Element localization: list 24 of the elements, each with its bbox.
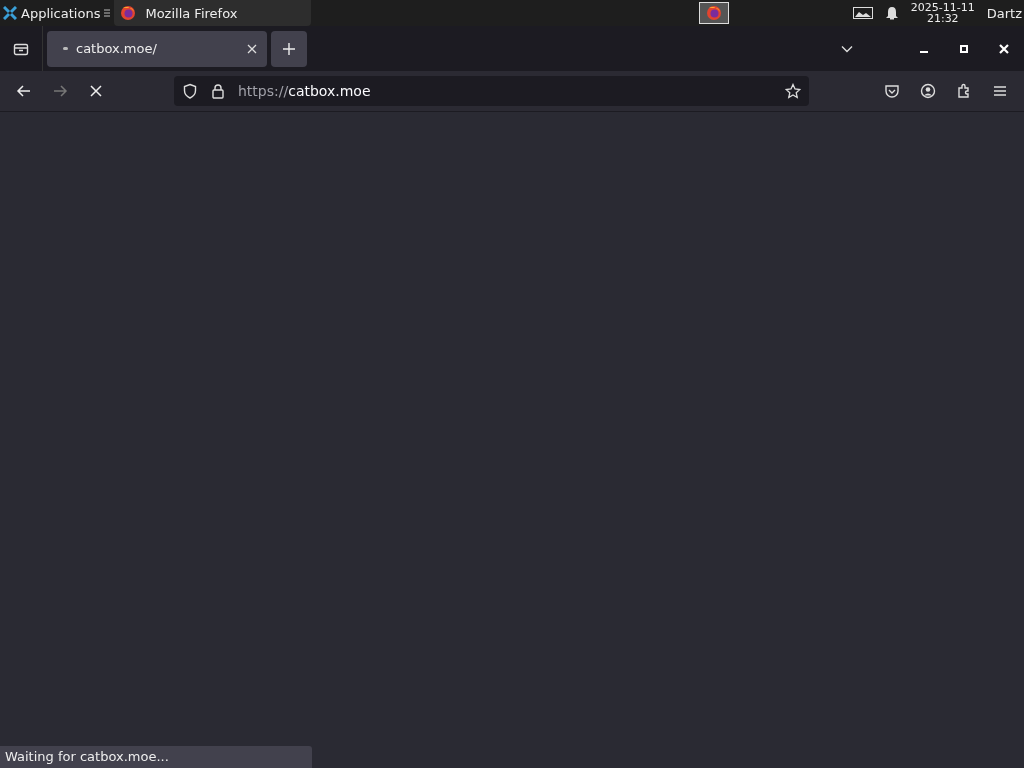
loading-icon [63, 47, 68, 50]
new-tab-button[interactable] [271, 30, 307, 67]
browser-tab[interactable]: catbox.moe/ [47, 30, 267, 67]
close-icon[interactable] [997, 41, 1011, 56]
plus-icon [282, 41, 296, 56]
firefox-icon [120, 5, 137, 21]
shield-icon[interactable] [182, 83, 198, 99]
firefox-icon [705, 5, 722, 21]
time-text: 21:32 [926, 13, 959, 24]
menu-icon [104, 8, 111, 18]
display-icon[interactable] [852, 7, 873, 19]
url-text: https://catbox.moe [238, 83, 371, 99]
bell-icon[interactable] [884, 6, 899, 20]
taskbar-button[interactable]: Mozilla Firefox [114, 0, 312, 26]
date-text: 2025-11-11 [910, 2, 975, 13]
app-menu-icon[interactable] [3, 6, 17, 20]
status-panel: Waiting for catbox.moe... [0, 746, 312, 768]
close-icon[interactable] [247, 43, 257, 54]
lock-icon[interactable] [210, 83, 226, 99]
user-name[interactable]: Dartz [986, 5, 1022, 21]
star-icon[interactable] [785, 83, 801, 99]
workspace-thumbnail[interactable] [698, 2, 729, 24]
address-bar[interactable]: https://catbox.moe [174, 76, 809, 106]
applications-menu[interactable]: Applications [21, 5, 101, 21]
